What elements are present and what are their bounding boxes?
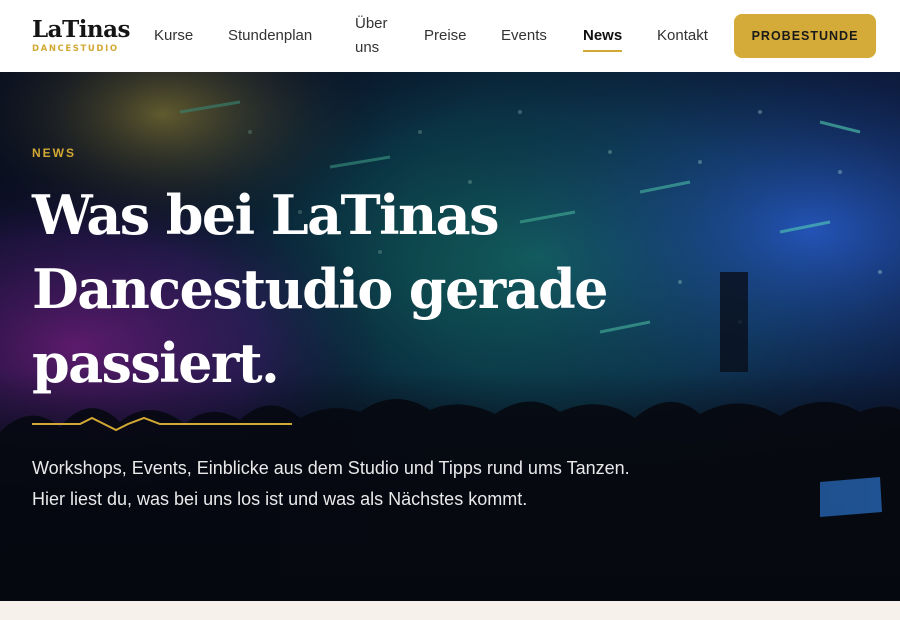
nav-item-kurse[interactable]: Kurse — [154, 24, 193, 48]
nav-item-news[interactable]: News — [583, 24, 623, 52]
brand-logo[interactable]: LaTinas DANCESTUDIO — [32, 17, 142, 55]
brand-name: LaTinas — [32, 16, 131, 43]
hero-section: NEWS Was bei LaTinas Dancestudio gerade … — [0, 72, 900, 601]
probestunde-button[interactable]: PROBESTUNDE — [734, 14, 876, 58]
nav-item-stundenplan[interactable]: Stundenplan — [228, 24, 312, 48]
nav-item-kontakt[interactable]: Kontakt — [657, 24, 708, 48]
nav-item-preise[interactable]: Preise — [424, 24, 467, 48]
page-title: Was bei LaTinas Dancestudio gerade passi… — [32, 183, 608, 395]
hero-eyebrow: NEWS — [32, 146, 76, 160]
site-header: LaTinas DANCESTUDIO Kurse Stundenplan Üb… — [0, 0, 900, 72]
nav-item-events[interactable]: Events — [501, 24, 547, 48]
hero-description: Workshops, Events, Einblicke aus dem Stu… — [32, 458, 630, 509]
nav-item-ueber-uns[interactable]: Über uns — [355, 12, 395, 60]
brand-subtitle: DANCESTUDIO — [32, 44, 119, 54]
content-section-start — [0, 601, 900, 620]
wave-divider-icon — [32, 416, 292, 432]
